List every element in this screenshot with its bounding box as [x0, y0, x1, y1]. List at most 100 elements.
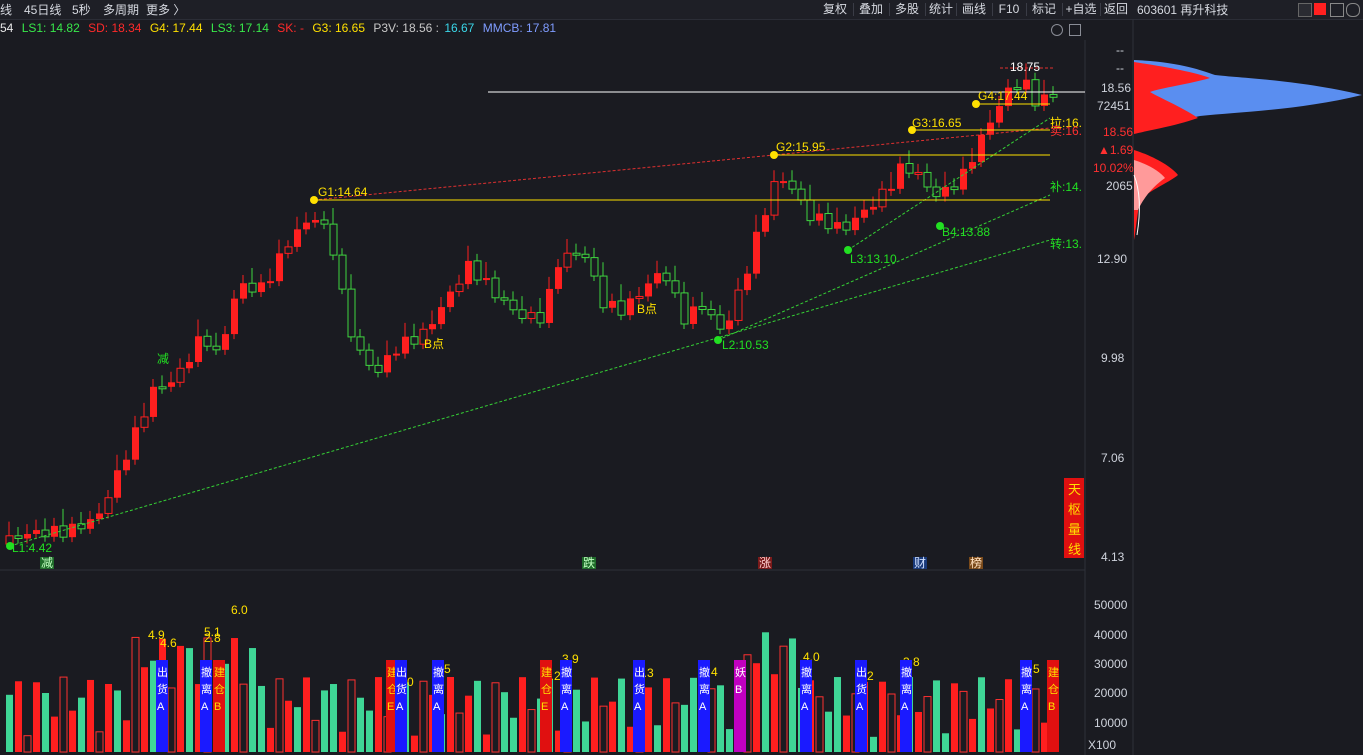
volume-bar	[311, 719, 320, 753]
volume-bar	[347, 679, 356, 753]
candle	[195, 336, 202, 363]
candle	[680, 292, 689, 325]
candle	[51, 525, 58, 537]
volume-bar	[1014, 729, 1021, 752]
volume-tag-char: A	[396, 701, 404, 713]
volume-bar	[717, 685, 724, 752]
candle	[762, 215, 769, 232]
volume-bar	[330, 684, 337, 752]
volume-bar	[1005, 679, 1012, 752]
volume-tag-char: B	[735, 684, 742, 696]
candle	[500, 297, 509, 301]
candle	[114, 470, 121, 498]
volume-bar	[923, 696, 932, 753]
candle	[788, 180, 797, 190]
volume-tag-char: 建	[541, 665, 552, 679]
volume-bar	[474, 680, 481, 752]
candle	[248, 282, 257, 293]
candle	[797, 188, 806, 201]
volume-tag-char: A	[634, 701, 642, 713]
volume-bar	[447, 677, 454, 752]
volume-tag-char: B	[214, 701, 221, 713]
volume-bar	[95, 731, 104, 753]
volume-tag-char: A	[1021, 701, 1029, 713]
candle	[465, 260, 472, 285]
axis-top-mark: --	[1116, 43, 1124, 57]
volume-tag-char: 仓	[1048, 682, 1059, 696]
candle	[284, 246, 293, 254]
volume-tick: 40000	[1094, 628, 1128, 642]
volume-bar	[6, 694, 13, 752]
candle	[905, 162, 914, 174]
volume-tag-char: 仓	[214, 682, 225, 696]
volume-bar	[1031, 688, 1040, 753]
tianshu-char: 线	[1068, 542, 1081, 557]
volume-bar	[959, 690, 968, 753]
candle	[824, 213, 833, 230]
candle	[294, 229, 301, 247]
candle	[132, 427, 139, 460]
volume-tag-char: 建	[1048, 665, 1059, 679]
volume-bar	[978, 677, 985, 752]
volume-bar	[1041, 722, 1048, 752]
candle	[258, 282, 265, 293]
event-cai: 财	[914, 556, 926, 570]
tianshu-char: 枢	[1068, 502, 1081, 517]
candle	[59, 525, 68, 538]
volume-bar	[114, 690, 121, 752]
candle	[609, 300, 616, 308]
volume-bar	[465, 695, 472, 752]
candle	[33, 530, 40, 534]
candle	[455, 283, 464, 293]
volume-tag-char: 出	[634, 665, 645, 679]
candle	[744, 273, 751, 291]
chip-distribution	[1133, 60, 1362, 240]
candle	[950, 186, 959, 191]
volume-tag-char: 撤	[433, 665, 444, 679]
volume-bar	[843, 715, 850, 752]
volume-bar	[987, 708, 994, 752]
candle	[834, 222, 841, 229]
price-tick: 7.06	[1101, 451, 1125, 465]
volume-bar	[59, 676, 68, 753]
event-zhang: 涨	[759, 555, 771, 570]
volume-bar	[186, 648, 193, 752]
volume-bar	[726, 729, 733, 752]
candle	[617, 300, 626, 316]
candle	[942, 186, 949, 197]
candle	[203, 335, 212, 347]
candle	[276, 253, 283, 282]
candle	[402, 336, 409, 354]
volume-tag-char: 货	[157, 682, 168, 696]
candle	[176, 367, 185, 383]
volume-tag-char: 离	[201, 682, 212, 696]
volume-bar	[69, 710, 76, 752]
volume-bar	[366, 710, 373, 752]
volume-bar	[527, 709, 536, 753]
volume-bar	[105, 683, 112, 752]
high-label: 18.75	[1010, 60, 1040, 74]
candle	[698, 305, 707, 310]
volume-bar	[267, 727, 274, 752]
candle	[1031, 79, 1040, 107]
volume-bar	[618, 678, 625, 752]
vol-label: 6.0	[231, 603, 248, 617]
candle	[707, 308, 716, 316]
volume-bar	[15, 681, 22, 752]
candle	[716, 314, 725, 330]
candle	[447, 291, 454, 308]
tianshu-char: 量	[1068, 522, 1081, 537]
volume-bar	[51, 716, 58, 752]
l3-label: L3:13.10	[850, 252, 897, 266]
kline-chart[interactable]: G1:14.64 G2:15.95 G3:16.65 G4:17.44 18.7…	[0, 0, 1363, 755]
volume-tag-char: 离	[699, 682, 710, 696]
volume-bar	[294, 707, 301, 752]
volume-tag-char: 货	[634, 682, 645, 696]
volume-bar	[915, 711, 922, 752]
candle	[546, 288, 553, 323]
volume-bar	[951, 683, 958, 752]
candle	[483, 278, 490, 281]
candle	[662, 272, 671, 282]
candlestick-series	[5, 63, 1058, 549]
b-point-label: B点	[424, 337, 444, 351]
